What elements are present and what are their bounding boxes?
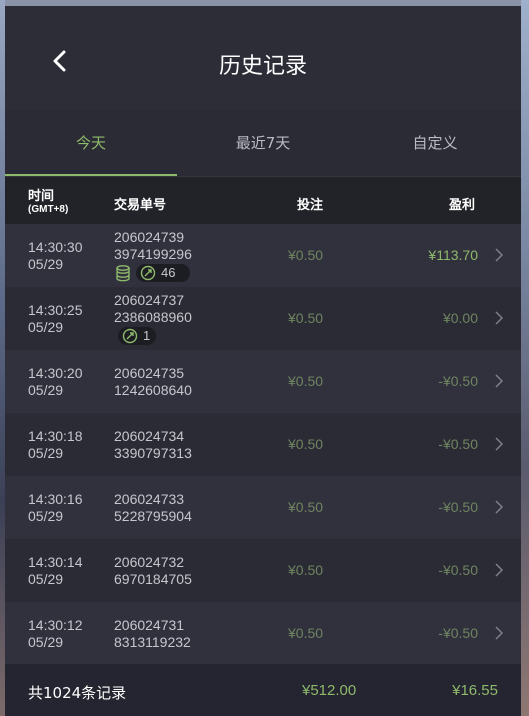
row-date-value: 05/29 [28, 319, 64, 335]
column-profit: 盈利 [449, 198, 476, 213]
row-order-sub-id: 5228795904 [114, 508, 192, 524]
tab-today[interactable]: 今天 [5, 110, 177, 176]
multiplier-badge: 46 [136, 264, 190, 282]
row-profit: ¥0.00 [442, 310, 478, 326]
row-profit: -¥0.50 [438, 562, 478, 578]
chevron-right-icon [495, 500, 504, 514]
summary-footer: 共1024条记录 ¥512.00 ¥16.55 [5, 664, 521, 716]
row-order-id: 206024732 [114, 554, 185, 570]
row-time: 14:30:14 05/29 [28, 554, 83, 588]
row-time: 14:30:18 05/29 [28, 428, 83, 462]
tab-bar: 今天 最近7天 自定义 [5, 110, 521, 176]
row-time-value: 14:30:30 [28, 239, 83, 255]
table-row[interactable]: 14:30:30 05/29 206024739 3974199296 46 ¥… [5, 224, 521, 287]
row-time-value: 14:30:20 [28, 365, 83, 381]
row-order-id: 206024737 [114, 292, 185, 308]
tab-custom[interactable]: 自定义 [349, 110, 521, 176]
row-date-value: 05/29 [28, 508, 64, 524]
row-order-id: 206024731 [114, 617, 185, 633]
row-bet: ¥0.50 [288, 310, 324, 326]
row-profit: -¥0.50 [438, 373, 478, 389]
multiplier-count: 46 [161, 265, 176, 280]
row-date-value: 05/29 [28, 634, 64, 650]
history-panel: 历史记录 今天 最近7天 自定义 时间 (GMT+8) 交易单号 投注 盈利 1… [5, 6, 521, 716]
row-order: 206024739 3974199296 [114, 229, 192, 263]
row-order: 206024731 8313119232 [114, 617, 191, 651]
row-profit: -¥0.50 [438, 499, 478, 515]
tab-last-7-days[interactable]: 最近7天 [177, 110, 349, 176]
row-order-sub-id: 2386088960 [114, 309, 192, 325]
row-bet: ¥0.50 [288, 436, 324, 452]
page-title: 历史记录 [218, 54, 307, 79]
row-order-sub-id: 6970184705 [114, 571, 192, 587]
column-header: 时间 (GMT+8) 交易单号 投注 盈利 [5, 176, 521, 225]
column-timezone: (GMT+8) [28, 204, 69, 215]
column-order: 交易单号 [114, 198, 167, 213]
row-time: 14:30:30 05/29 [28, 239, 83, 273]
total-profit: ¥16.55 [452, 682, 498, 699]
row-order-sub-id: 3974199296 [114, 246, 192, 262]
chevron-right-icon [495, 563, 504, 577]
row-time-value: 14:30:14 [28, 554, 83, 570]
multiplier-count: 1 [143, 328, 151, 343]
row-time-value: 14:30:25 [28, 302, 83, 318]
row-bet: ¥0.50 [288, 373, 324, 389]
row-bet: ¥0.50 [288, 625, 324, 641]
row-order-sub-id: 8313119232 [114, 634, 191, 650]
row-order-id: 206024739 [114, 229, 185, 245]
row-time-value: 14:30:18 [28, 428, 83, 444]
row-time: 14:30:20 05/29 [28, 365, 83, 399]
chevron-right-icon [495, 437, 504, 451]
row-date-value: 05/29 [28, 382, 64, 398]
row-date-value: 05/29 [28, 571, 64, 587]
header: 历史记录 [5, 6, 521, 110]
row-bet: ¥0.50 [288, 499, 324, 515]
row-bet: ¥0.50 [288, 247, 324, 263]
chevron-right-icon [495, 374, 504, 388]
row-order: 206024734 3390797313 [114, 428, 192, 462]
table-row[interactable]: 14:30:20 05/29 206024735 1242608640 ¥0.5… [5, 350, 521, 413]
row-order-sub-id: 3390797313 [114, 445, 192, 461]
row-order-id: 206024735 [114, 365, 185, 381]
multiplier-icon [140, 265, 156, 281]
chevron-right-icon [495, 248, 504, 262]
table-row[interactable]: 14:30:18 05/29 206024734 3390797313 ¥0.5… [5, 413, 521, 476]
row-time: 14:30:12 05/29 [28, 617, 83, 651]
row-profit: -¥0.50 [438, 436, 478, 452]
chevron-right-icon [495, 626, 504, 640]
column-time: 时间 [28, 189, 55, 204]
row-order: 206024732 6970184705 [114, 554, 192, 588]
row-profit: ¥113.70 [428, 247, 478, 263]
total-records: 共1024条记录 [28, 684, 127, 702]
row-order-id: 206024733 [114, 491, 185, 507]
row-order: 206024733 5228795904 [114, 491, 192, 525]
row-time-value: 14:30:12 [28, 617, 83, 633]
table-row[interactable]: 14:30:12 05/29 206024731 8313119232 ¥0.5… [5, 602, 521, 665]
multiplier-icon [122, 328, 138, 344]
column-bet: 投注 [297, 198, 324, 213]
coins-icon [116, 265, 130, 282]
row-order-id: 206024734 [114, 428, 185, 444]
row-date-value: 05/29 [28, 445, 64, 461]
row-time: 14:30:25 05/29 [28, 302, 83, 336]
total-bet: ¥512.00 [302, 682, 357, 699]
row-order-sub-id: 1242608640 [114, 382, 192, 398]
row-time: 14:30:16 05/29 [28, 491, 83, 525]
multiplier-badge: 1 [118, 327, 156, 345]
table-row[interactable]: 14:30:16 05/29 206024733 5228795904 ¥0.5… [5, 476, 521, 539]
row-order: 206024737 2386088960 [114, 292, 192, 326]
table-row[interactable]: 14:30:25 05/29 206024737 2386088960 1 ¥0… [5, 287, 521, 350]
row-date-value: 05/29 [28, 256, 64, 272]
row-profit: -¥0.50 [438, 625, 478, 641]
table-row[interactable]: 14:30:14 05/29 206024732 6970184705 ¥0.5… [5, 539, 521, 602]
row-order: 206024735 1242608640 [114, 365, 192, 399]
row-time-value: 14:30:16 [28, 491, 83, 507]
chevron-right-icon [495, 311, 504, 325]
background-right-edge [521, 0, 529, 716]
row-bet: ¥0.50 [288, 562, 324, 578]
